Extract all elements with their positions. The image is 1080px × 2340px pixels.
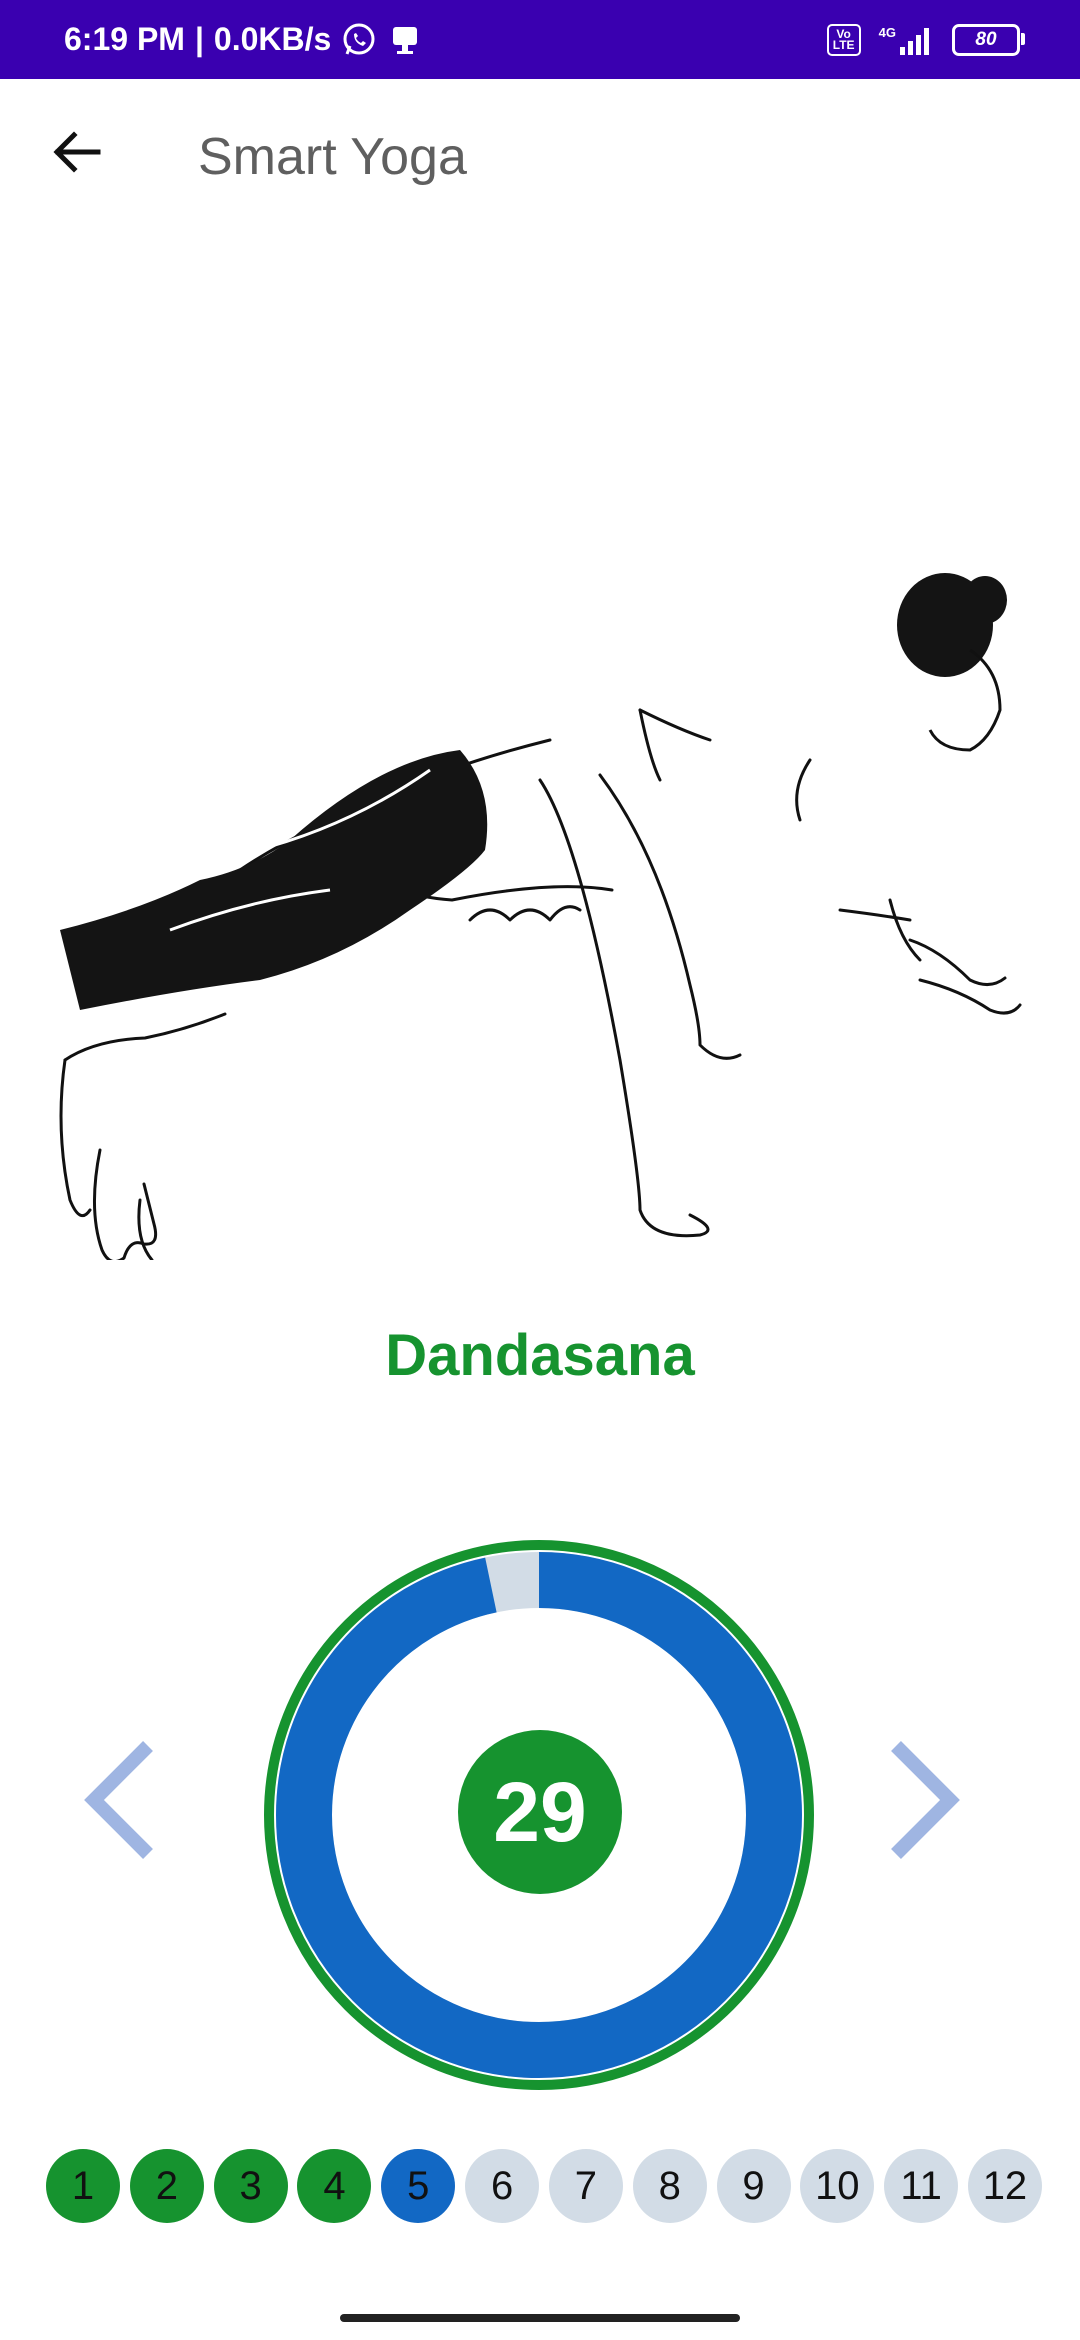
step-9[interactable]: 9 <box>716 2149 791 2223</box>
battery-icon: 80 <box>952 23 1025 56</box>
status-time: 6:19 PM <box>64 21 185 57</box>
countdown-timer: 29 <box>458 1730 622 1894</box>
volte-icon: Vo LTE <box>826 23 861 56</box>
step-7[interactable]: 7 <box>548 2149 623 2223</box>
status-divider: | <box>194 21 204 57</box>
pose-name: Dandasana <box>385 1323 695 1388</box>
signal-indicator: 4G <box>879 25 934 55</box>
step-2[interactable]: 2 <box>129 2149 204 2223</box>
next-pose-chevron-icon[interactable] <box>884 1738 964 1862</box>
app-bar: Smart Yoga <box>0 79 1080 239</box>
whatsapp-icon <box>343 23 375 55</box>
step-5[interactable]: 5 <box>381 2149 456 2223</box>
signal-icon <box>900 27 929 55</box>
battery-level: 80 <box>975 28 997 50</box>
back-arrow-icon[interactable] <box>44 119 110 185</box>
step-3[interactable]: 3 <box>213 2149 288 2223</box>
step-12[interactable]: 12 <box>967 2149 1042 2223</box>
step-8[interactable]: 8 <box>632 2149 707 2223</box>
previous-pose-chevron-icon[interactable] <box>80 1738 160 1862</box>
countdown-value: 29 <box>493 1764 587 1859</box>
step-11[interactable]: 11 <box>884 2149 959 2223</box>
page-title: Smart Yoga <box>198 128 467 186</box>
step-1[interactable]: 1 <box>46 2149 120 2223</box>
step-4[interactable]: 4 <box>297 2149 372 2223</box>
pose-illustration <box>59 573 1022 1260</box>
status-bar-left: 6:19 PM | 0.0KB/s <box>64 0 423 79</box>
step-10[interactable]: 10 <box>800 2149 875 2223</box>
network-type-label: 4G <box>878 24 896 40</box>
status-bar: 6:19 PM | 0.0KB/s Vo LTE 4G 80 <box>0 0 1080 79</box>
status-network-speed: 0.0KB/s <box>213 21 332 57</box>
home-indicator[interactable] <box>340 2314 740 2322</box>
pose-step-indicator: 1 2 3 4 5 6 7 8 9 10 11 12 <box>46 2149 1042 2223</box>
notification-icon <box>393 26 418 54</box>
step-6[interactable]: 6 <box>465 2149 540 2223</box>
status-bar-right: Vo LTE 4G 80 <box>826 0 1025 79</box>
